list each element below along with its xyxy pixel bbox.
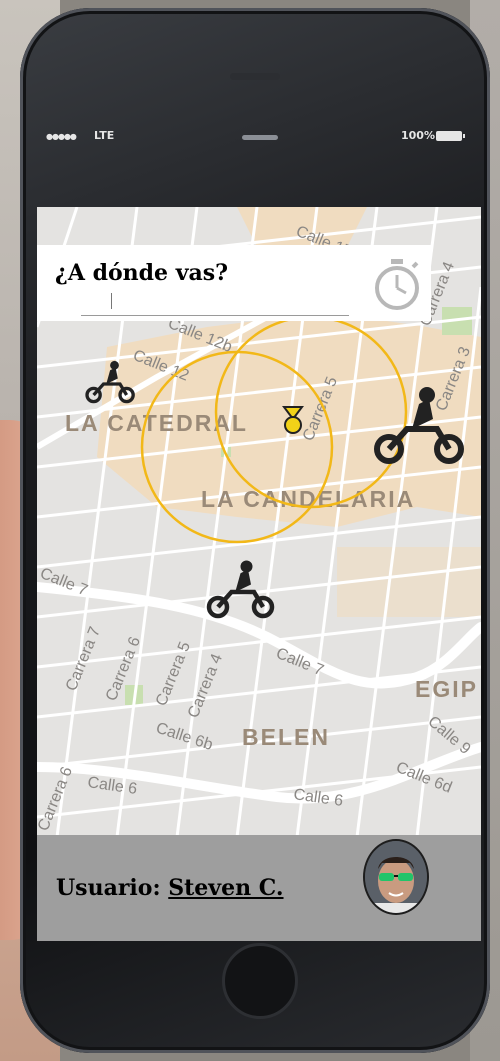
battery-percentage: 100% [401, 129, 435, 142]
stopwatch-icon[interactable] [373, 255, 421, 313]
signal-icon: ●●●●● [46, 132, 77, 141]
home-button[interactable] [222, 943, 298, 1019]
user-label: Usuario: [56, 875, 161, 901]
destination-input[interactable] [81, 315, 349, 316]
destination-search-box[interactable]: ¿A dónde vas? [37, 245, 431, 321]
status-bar: ●●●●● LTE 100% [46, 128, 476, 148]
user-bar: Usuario: Steven C. [37, 835, 481, 941]
battery-icon [436, 131, 465, 141]
user-info: Usuario: Steven C. [56, 875, 284, 901]
district-label: LA CATEDRAL [65, 410, 248, 436]
notch-indicator [242, 135, 278, 140]
text-cursor [111, 293, 112, 309]
district-label: EGIP [415, 676, 478, 702]
district-label: BELEN [242, 724, 330, 750]
network-type: LTE [94, 129, 115, 142]
speaker-grille [230, 73, 280, 80]
avatar-icon[interactable] [363, 839, 429, 915]
user-name-link[interactable]: Steven C. [168, 875, 283, 901]
search-prompt: ¿A dónde vas? [55, 260, 229, 286]
app-screen: Calle 17 Calle 12b Calle 12 Calle 7 Call… [37, 207, 481, 941]
location-pin-icon [282, 406, 304, 434]
